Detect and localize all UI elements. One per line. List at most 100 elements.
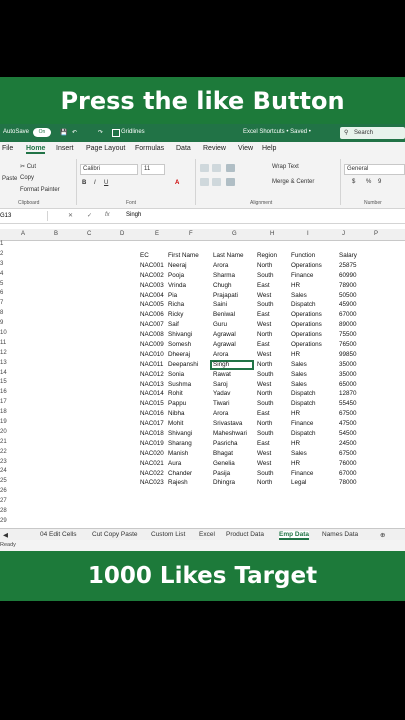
column-header[interactable]: F <box>189 231 193 237</box>
table-cell[interactable]: NAC008 <box>140 331 164 338</box>
italic-button[interactable]: I <box>94 180 96 186</box>
underline-button[interactable]: U <box>104 180 108 186</box>
table-cell[interactable]: Guru <box>213 321 227 328</box>
table-cell[interactable]: Sharma <box>213 272 235 279</box>
comma-button[interactable]: 9 <box>378 179 381 185</box>
table-cell[interactable]: West <box>257 381 271 388</box>
table-cell[interactable]: East <box>257 282 270 289</box>
table-cell[interactable]: HR <box>291 351 300 358</box>
table-cell[interactable]: West <box>257 321 271 328</box>
align-middle-icon[interactable] <box>212 164 221 172</box>
table-cell[interactable]: North <box>257 390 272 397</box>
table-cell[interactable]: East <box>257 440 270 447</box>
name-box[interactable]: G13 <box>0 211 48 221</box>
sheet-tab[interactable]: Product Data <box>226 531 264 538</box>
table-cell[interactable]: 78900 <box>339 282 357 289</box>
tab-view[interactable]: View <box>238 145 253 152</box>
table-cell[interactable]: Arora <box>213 410 228 417</box>
table-cell[interactable]: Bhagat <box>213 450 233 457</box>
formula-input[interactable]: Singh <box>126 212 141 218</box>
table-cell[interactable]: Rajesh <box>168 479 188 486</box>
currency-button[interactable]: $ <box>352 179 355 185</box>
table-cell[interactable]: South <box>257 301 273 308</box>
table-cell[interactable]: Finance <box>291 470 313 477</box>
table-cell[interactable]: Nibha <box>168 410 184 417</box>
column-header[interactable]: B <box>54 231 58 237</box>
row-header[interactable]: 27 <box>0 497 8 507</box>
table-cell[interactable]: Sharang <box>168 440 192 447</box>
table-cell[interactable]: South <box>257 430 273 437</box>
table-cell[interactable]: West <box>257 460 271 467</box>
table-cell[interactable]: Saini <box>213 301 227 308</box>
table-cell[interactable]: Agrawal <box>213 341 236 348</box>
column-header[interactable]: P <box>374 231 378 237</box>
tab-data[interactable]: Data <box>176 145 191 152</box>
table-cell[interactable]: NAC021 <box>140 460 164 467</box>
table-cell[interactable]: NAC007 <box>140 321 164 328</box>
table-cell[interactable]: West <box>257 450 271 457</box>
tab-file[interactable]: File <box>2 145 13 152</box>
table-cell[interactable]: Somesh <box>168 341 191 348</box>
table-cell[interactable]: Chugh <box>213 282 232 289</box>
table-cell[interactable]: Pooja <box>168 272 184 279</box>
table-cell[interactable]: West <box>257 351 271 358</box>
table-cell[interactable]: 47500 <box>339 420 357 427</box>
table-cell[interactable]: 76500 <box>339 341 357 348</box>
insert-function-button[interactable]: fx <box>105 212 110 218</box>
table-cell[interactable]: Arora <box>213 351 228 358</box>
table-cell[interactable]: Mohit <box>168 420 183 427</box>
table-cell[interactable]: 35000 <box>339 361 357 368</box>
table-cell[interactable]: 75500 <box>339 331 357 338</box>
table-cell[interactable]: East <box>257 341 270 348</box>
save-icon[interactable]: 💾 <box>60 129 67 136</box>
table-cell[interactable]: Legal <box>291 479 306 486</box>
table-cell[interactable]: NAC005 <box>140 301 164 308</box>
table-cell[interactable]: 78000 <box>339 479 357 486</box>
table-cell[interactable]: Ricky <box>168 311 183 318</box>
table-cell[interactable]: NAC010 <box>140 351 164 358</box>
column-header[interactable]: I <box>307 231 309 237</box>
table-cell[interactable]: Prajapati <box>213 292 238 299</box>
undo-icon[interactable]: ↶ <box>72 129 77 136</box>
table-cell[interactable]: Finance <box>291 420 313 427</box>
table-cell[interactable]: 45900 <box>339 301 357 308</box>
sheet-tab[interactable]: Cut Copy Paste <box>92 531 138 538</box>
tab-help[interactable]: Help <box>262 145 276 152</box>
table-cell[interactable]: NAC022 <box>140 470 164 477</box>
search-box[interactable]: ⚲ Search <box>340 127 405 139</box>
table-cell[interactable]: 55450 <box>339 400 357 407</box>
enter-icon[interactable]: ✓ <box>87 212 92 219</box>
table-cell[interactable]: South <box>257 371 273 378</box>
table-cell[interactable]: Operations <box>291 311 322 318</box>
table-cell[interactable]: NAC006 <box>140 311 164 318</box>
table-cell[interactable]: South <box>257 470 273 477</box>
table-cell[interactable]: Sales <box>291 450 307 457</box>
header-cell[interactable]: Salary <box>339 252 357 259</box>
table-cell[interactable]: 67000 <box>339 311 357 318</box>
table-cell[interactable]: West <box>257 292 271 299</box>
align-bottom-icon[interactable] <box>226 164 235 172</box>
table-cell[interactable]: Arora <box>213 262 228 269</box>
cancel-icon[interactable]: ✕ <box>68 212 73 219</box>
table-cell[interactable]: Deepanshi <box>168 361 198 368</box>
align-center-icon[interactable] <box>212 178 221 186</box>
paste-button[interactable]: Paste <box>2 176 17 182</box>
table-cell[interactable]: HR <box>291 282 300 289</box>
autosave-toggle[interactable]: On <box>33 128 51 137</box>
table-cell[interactable]: South <box>257 400 273 407</box>
table-cell[interactable]: NAC016 <box>140 410 164 417</box>
table-cell[interactable]: 60990 <box>339 272 357 279</box>
table-cell[interactable]: NAC003 <box>140 282 164 289</box>
table-cell[interactable]: NAC013 <box>140 381 164 388</box>
header-cell[interactable]: EC <box>140 252 149 259</box>
table-cell[interactable]: Aura <box>168 460 181 467</box>
tab-review[interactable]: Review <box>203 145 226 152</box>
table-cell[interactable]: NAC018 <box>140 430 164 437</box>
table-cell[interactable]: Srivastava <box>213 420 242 427</box>
table-cell[interactable]: Richa <box>168 301 184 308</box>
table-cell[interactable]: NAC015 <box>140 400 164 407</box>
table-cell[interactable]: NAC004 <box>140 292 164 299</box>
sheet-tab[interactable]: Names Data <box>322 531 358 538</box>
table-cell[interactable]: 89000 <box>339 321 357 328</box>
table-cell[interactable]: NAC023 <box>140 479 164 486</box>
